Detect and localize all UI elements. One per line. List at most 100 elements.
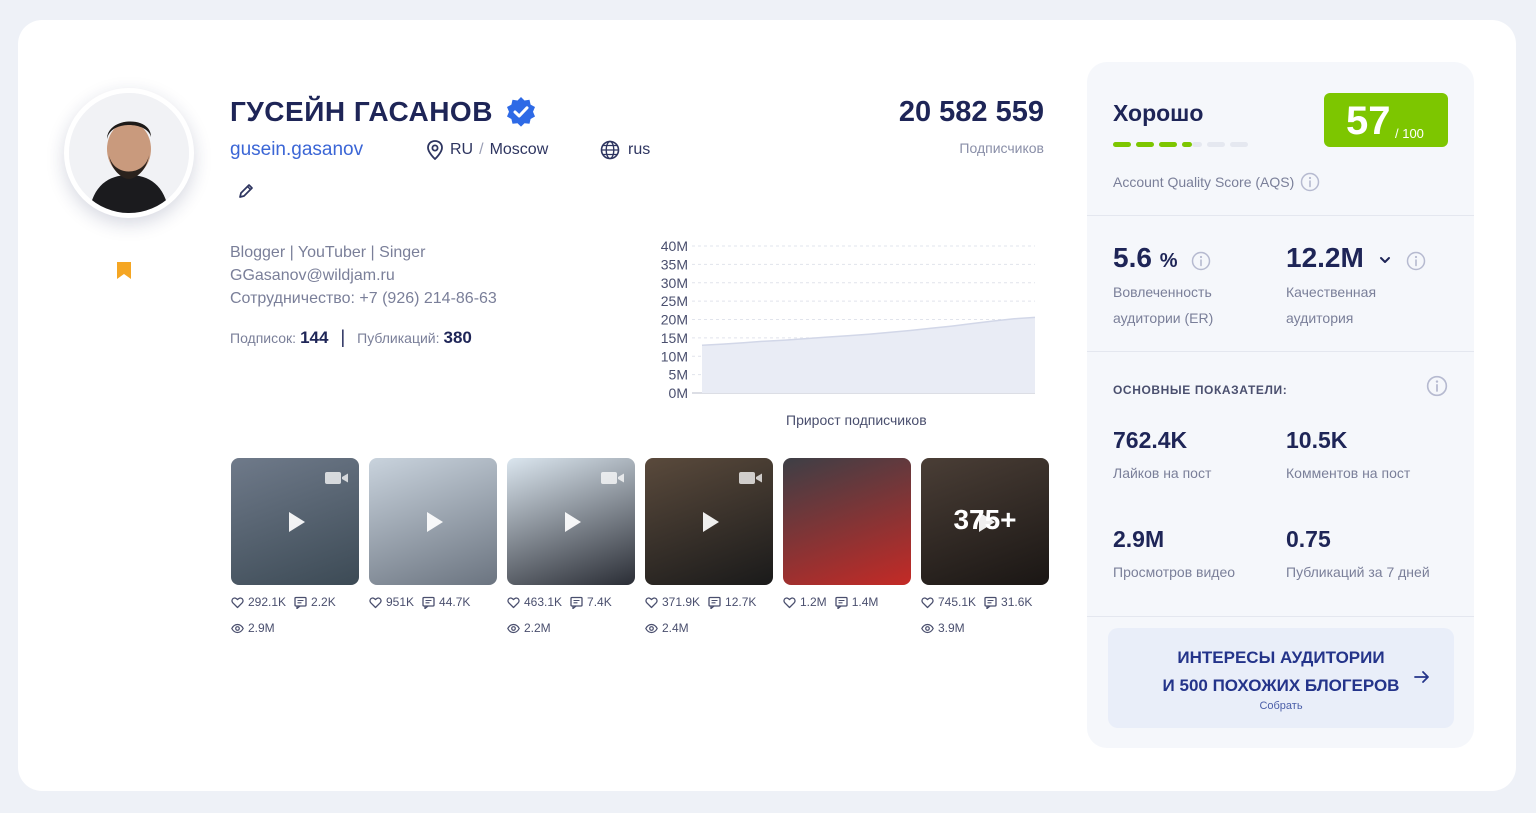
play-icon[interactable] (278, 505, 312, 539)
post-views-value: 2.9M (248, 621, 275, 635)
post-likes-value: 951K (386, 595, 415, 609)
post-comments-value: 12.7K (725, 595, 757, 609)
bio-line: GGasanov@wildjam.ru (230, 267, 395, 284)
subscribers-growth-chart: 40M 35M 30M 25M 20M 15M 10M 5M 0M (661, 238, 1036, 401)
cta-line-1: ИНТЕРЕСЫ АУДИТОРИИ (1177, 648, 1385, 667)
score-value: 57 (1346, 99, 1391, 143)
post-comments: 2.2K (294, 595, 336, 609)
profile-bio: Blogger | YouTuber | Singer GGasanov@wil… (230, 241, 497, 310)
post-stats: 371.9K 12.7K 2.4M (645, 595, 773, 635)
likes-per-post-value: 762.4K (1113, 427, 1188, 453)
city: Moscow (489, 141, 549, 158)
heart-icon (507, 596, 520, 608)
play-icon[interactable] (692, 505, 726, 539)
bio-line: Сотрудничество: +7 (926) 214-86-63 (230, 290, 497, 307)
info-icon[interactable] (1191, 251, 1211, 271)
post-comments-value: 1.4M (851, 595, 879, 609)
post-thumbnail[interactable] (369, 458, 497, 585)
post-card[interactable]: 463.1K 7.4K 2.2M (507, 458, 635, 635)
er-unit: % (1159, 250, 1178, 272)
post-comments: 31.6K (984, 595, 1032, 609)
more-posts-count[interactable]: 375+ (921, 504, 1049, 536)
bio-line: Blogger | YouTuber | Singer (230, 244, 426, 261)
chevron-down-icon[interactable] (1379, 254, 1391, 266)
y-tick-label: 15M (661, 330, 688, 346)
post-thumbnail[interactable] (783, 458, 911, 585)
post-thumbnail[interactable]: 375+ (921, 458, 1049, 585)
likes-per-post-label: Лайков на пост (1113, 465, 1212, 481)
eye-icon (921, 623, 934, 633)
post-views-value: 2.4M (662, 621, 689, 635)
comment-icon (294, 596, 307, 609)
heart-icon (921, 596, 934, 608)
post-views-value: 2.2M (524, 621, 551, 635)
edit-pencil-icon[interactable] (238, 183, 254, 199)
subscribers-count: 20 582 559 (898, 96, 1044, 128)
post-thumbnail[interactable] (507, 458, 635, 585)
play-icon[interactable] (416, 505, 450, 539)
comment-icon (570, 596, 583, 609)
post-comments: 7.4K (570, 595, 612, 609)
comment-icon (984, 596, 997, 609)
y-tick-label: 30M (661, 275, 688, 291)
post-comments-value: 7.4K (587, 595, 612, 609)
comments-per-post-value: 10.5K (1286, 427, 1348, 453)
info-icon[interactable] (1426, 375, 1448, 397)
audience-interests-button[interactable]: ИНТЕРЕСЫ АУДИТОРИИ И 500 ПОХОЖИХ БЛОГЕРО… (1108, 628, 1454, 728)
quality-rating: Хорошо (1113, 100, 1204, 126)
er-label-line: Вовлеченность (1113, 284, 1212, 300)
post-thumbnail[interactable] (231, 458, 359, 585)
profile-name: ГУСЕЙН ГАСАНОВ (230, 96, 493, 127)
score-max: / 100 (1395, 126, 1424, 141)
profile-handle-link[interactable]: gusein.gasanov (230, 139, 363, 161)
quality-bar-segment (1159, 142, 1177, 147)
post-comments: 44.7K (422, 595, 470, 609)
play-icon[interactable] (554, 505, 588, 539)
post-card[interactable]: 375+ 745.1K 31.6K 3.9M (921, 458, 1049, 635)
y-tick-label: 35M (661, 256, 688, 272)
comments-per-post-label: Комментов на пост (1286, 465, 1411, 481)
video-camera-icon (601, 472, 624, 484)
info-icon[interactable] (1300, 172, 1320, 192)
qa-label-line: аудитория (1286, 310, 1354, 326)
post-card[interactable]: 371.9K 12.7K 2.4M (645, 458, 773, 635)
post-card[interactable]: 951K 44.7K (369, 458, 497, 635)
er-value: 5.6 % (1113, 242, 1178, 274)
posts-strip: 292.1K 2.2K 2.9M 951K 44.7K 463.1K 7.4K 2.2M 371… (231, 458, 1049, 635)
quality-bar-segment (1113, 142, 1131, 147)
location: RU / Moscow (426, 140, 548, 160)
panel-divider (1087, 215, 1474, 216)
key-metrics-title: ОСНОВНЫЕ ПОКАЗАТЕЛИ: (1113, 383, 1288, 397)
post-stats: 951K 44.7K (369, 595, 497, 609)
y-tick-label: 5M (669, 367, 688, 383)
qa-label-line: Качественная (1286, 284, 1377, 300)
info-icon[interactable] (1406, 251, 1426, 271)
cta-sub: Собрать (1259, 700, 1303, 712)
post-card[interactable]: 292.1K 2.2K 2.9M (231, 458, 359, 635)
comment-icon (835, 596, 848, 609)
y-tick-label: 10M (661, 348, 688, 364)
globe-icon (600, 140, 620, 160)
y-tick-label: 25M (661, 293, 688, 309)
post-card[interactable]: 1.2M 1.4M (783, 458, 911, 635)
aqs-label: Account Quality Score (AQS) (1113, 172, 1320, 192)
post-thumbnail[interactable] (645, 458, 773, 585)
bookmark-icon[interactable] (116, 261, 132, 280)
posts-per-week-value: 0.75 (1286, 526, 1331, 552)
quality-bar-segment (1207, 142, 1225, 147)
avatar (64, 88, 194, 218)
aqs-text: Account Quality Score (AQS) (1113, 174, 1295, 190)
post-likes-value: 292.1K (248, 595, 287, 609)
subscribers-label: Подписчиков (959, 140, 1044, 156)
post-likes-value: 371.9K (662, 595, 701, 609)
er-number: 5.6 (1113, 242, 1152, 273)
y-tick-label: 20M (661, 312, 688, 328)
heart-icon (783, 596, 796, 608)
quality-bar-segment (1136, 142, 1154, 147)
post-views-value: 3.9M (938, 621, 965, 635)
cta-line-2: И 500 ПОХОЖИХ БЛОГЕРОВ (1162, 676, 1400, 695)
post-stats: 1.2M 1.4M (783, 595, 911, 609)
eye-icon (645, 623, 658, 633)
series-area (702, 317, 1035, 393)
post-likes: 1.2M (783, 595, 827, 609)
